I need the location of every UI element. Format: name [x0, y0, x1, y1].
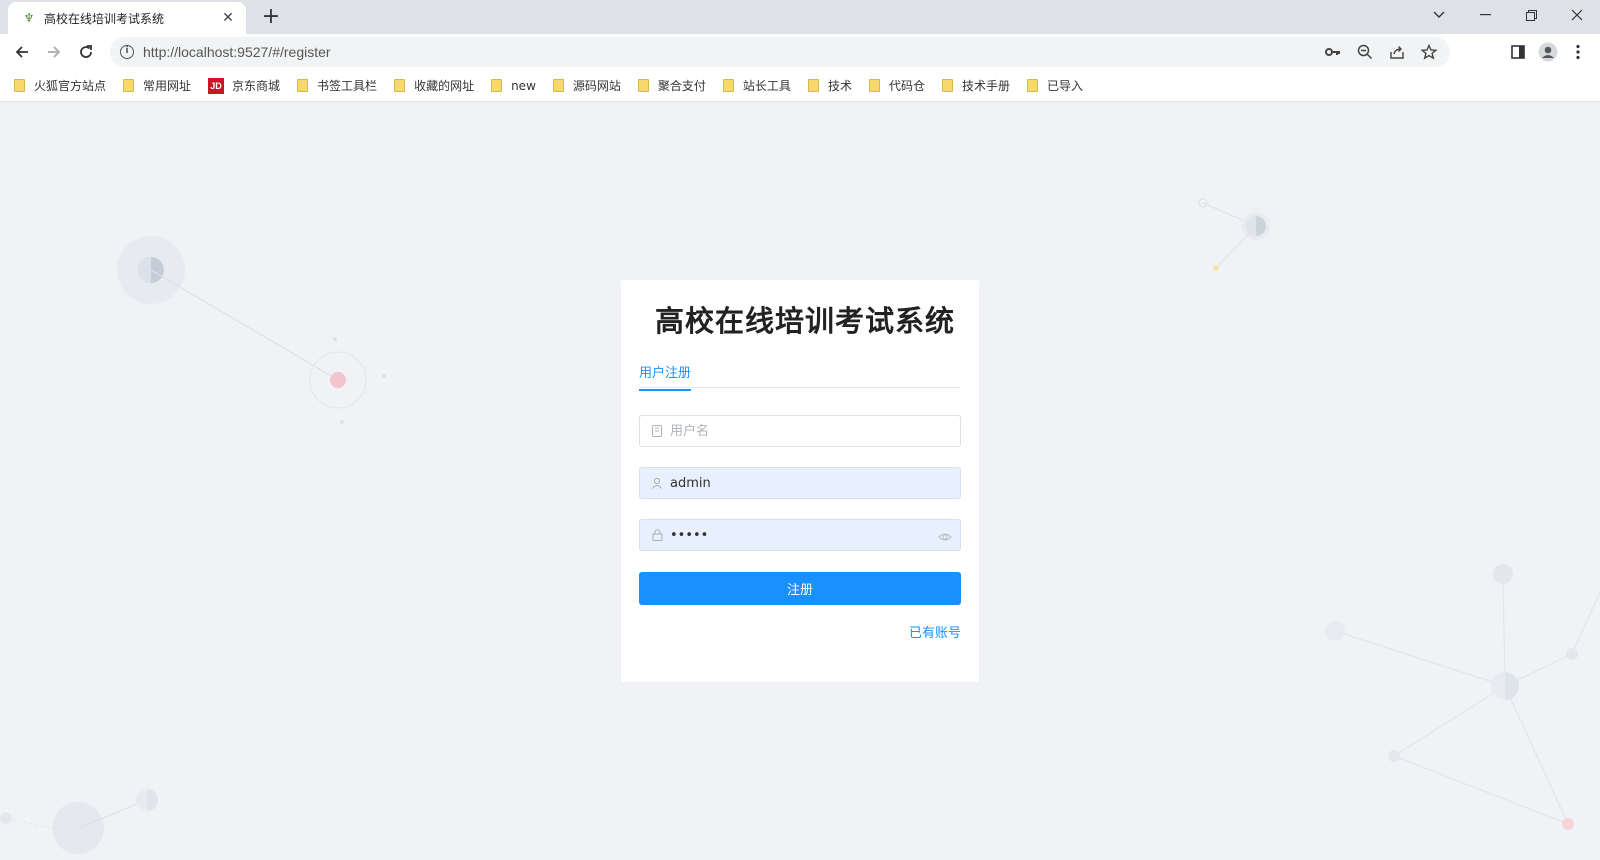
folder-icon: [14, 79, 25, 92]
bookmark-item[interactable]: 站长工具: [722, 74, 791, 98]
side-panel-button[interactable]: [1504, 38, 1532, 66]
tab-title: 高校在线培训考试系统: [44, 11, 165, 26]
password-field[interactable]: [639, 519, 961, 551]
eye-icon[interactable]: [938, 529, 952, 543]
bookmark-item[interactable]: 火狐官方站点: [14, 74, 106, 98]
back-button[interactable]: [8, 38, 36, 66]
folder-icon: [722, 79, 734, 92]
share-icon[interactable]: [1386, 41, 1408, 63]
folder-icon: [941, 79, 953, 92]
bookmark-label: 聚合支付: [657, 79, 706, 93]
bookmark-label: 京东商城: [232, 79, 281, 93]
bookmark-item[interactable]: 书签工具栏: [297, 74, 377, 98]
minimize-button[interactable]: [1462, 0, 1508, 30]
bookmark-item[interactable]: 收藏的网址: [394, 74, 474, 98]
login-link-label[interactable]: 已有账号: [909, 626, 961, 641]
name-input[interactable]: [670, 417, 960, 445]
bookmark-label: 技术手册: [961, 79, 1010, 93]
folder-icon: [552, 79, 564, 92]
register-page: 高校在线培训考试系统 用户注册 注册 已有账号: [0, 102, 1600, 860]
kebab-menu-icon: [1576, 44, 1580, 60]
bookmark-label: 火狐官方站点: [34, 79, 107, 93]
browser-tab-strip: ♆ 高校在线培训考试系统 ✕ +: [0, 0, 1600, 34]
bookmark-label: 常用网址: [143, 79, 192, 93]
username-field[interactable]: [639, 467, 961, 499]
close-window-button[interactable]: [1554, 0, 1600, 30]
profile-button[interactable]: [1534, 38, 1562, 66]
register-button[interactable]: 注册: [639, 572, 961, 605]
menu-button[interactable]: [1564, 38, 1592, 66]
bookmark-item[interactable]: 技术手册: [941, 74, 1010, 98]
bookmark-label: 技术: [827, 79, 852, 93]
bookmark-label: 已导入: [1046, 79, 1083, 93]
key-icon[interactable]: [1322, 41, 1344, 63]
bookmark-item[interactable]: 技术: [807, 74, 852, 98]
reload-button[interactable]: [72, 38, 100, 66]
password-input[interactable]: [670, 521, 960, 549]
bookmark-label: 代码仓: [888, 79, 925, 93]
bookmark-label: 书签工具栏: [317, 79, 378, 93]
bookmark-item[interactable]: new: [491, 74, 536, 98]
username-input[interactable]: [670, 469, 960, 497]
user-icon: [650, 476, 664, 490]
bookmark-item[interactable]: 聚合支付: [637, 74, 706, 98]
bookmark-item[interactable]: 源码网站: [552, 74, 621, 98]
address-bar[interactable]: i http://localhost:9527/#/register: [110, 37, 1450, 67]
folder-icon: [1026, 79, 1038, 92]
bookmark-item[interactable]: 已导入: [1026, 74, 1083, 98]
tab-search-chevron-icon[interactable]: [1416, 0, 1462, 30]
tab-close-icon[interactable]: ✕: [220, 10, 236, 26]
side-panel-icon: [1511, 45, 1525, 59]
bookmark-label: 站长工具: [742, 79, 791, 93]
folder-icon: [807, 79, 819, 92]
register-tabs: 用户注册: [639, 362, 961, 391]
bookmark-item[interactable]: JD 京东商城: [208, 74, 280, 98]
new-tab-button[interactable]: +: [258, 4, 284, 30]
zoom-out-icon[interactable]: [1354, 41, 1376, 63]
page-title: 高校在线培训考试系统: [654, 304, 955, 338]
star-icon[interactable]: [1418, 41, 1440, 63]
site-info-icon[interactable]: i: [120, 45, 134, 59]
folder-icon: [491, 79, 503, 92]
browser-tab[interactable]: ♆ 高校在线培训考试系统 ✕: [8, 2, 246, 34]
bookmark-item[interactable]: 代码仓: [868, 74, 925, 98]
url-text[interactable]: http://localhost:9527/#/register: [143, 44, 331, 60]
avatar-icon: [1538, 42, 1558, 62]
bookmark-label: 收藏的网址: [414, 79, 475, 93]
id-card-icon: [650, 424, 664, 438]
bookmark-label: 源码网站: [572, 79, 621, 93]
tab-user-register[interactable]: 用户注册: [639, 365, 692, 391]
name-field[interactable]: [639, 415, 961, 447]
folder-icon: [394, 79, 406, 92]
reload-icon: [80, 45, 92, 58]
login-link[interactable]: 已有账号: [639, 622, 961, 641]
restore-button[interactable]: [1508, 0, 1554, 30]
folder-icon: [123, 79, 135, 92]
folder-icon: [297, 79, 309, 92]
browser-toolbar: i http://localhost:9527/#/register: [0, 34, 1600, 70]
bookmark-label: new: [511, 78, 536, 93]
lock-icon: [650, 528, 664, 542]
folder-icon: [868, 79, 880, 92]
forward-button[interactable]: [40, 38, 68, 66]
bookmark-item[interactable]: 常用网址: [123, 74, 191, 98]
bookmarks-bar: 火狐官方站点 常用网址 JD 京东商城 书签工具栏 收藏的网址 new 源码网站 …: [0, 70, 1600, 102]
folder-icon: [637, 79, 649, 92]
sprout-favicon-icon: ♆: [23, 11, 35, 25]
jd-icon: JD: [208, 77, 225, 94]
arrow-left-icon: [15, 46, 28, 58]
register-card: 高校在线培训考试系统 用户注册 注册 已有账号: [621, 280, 979, 682]
arrow-right-icon: [48, 46, 61, 58]
